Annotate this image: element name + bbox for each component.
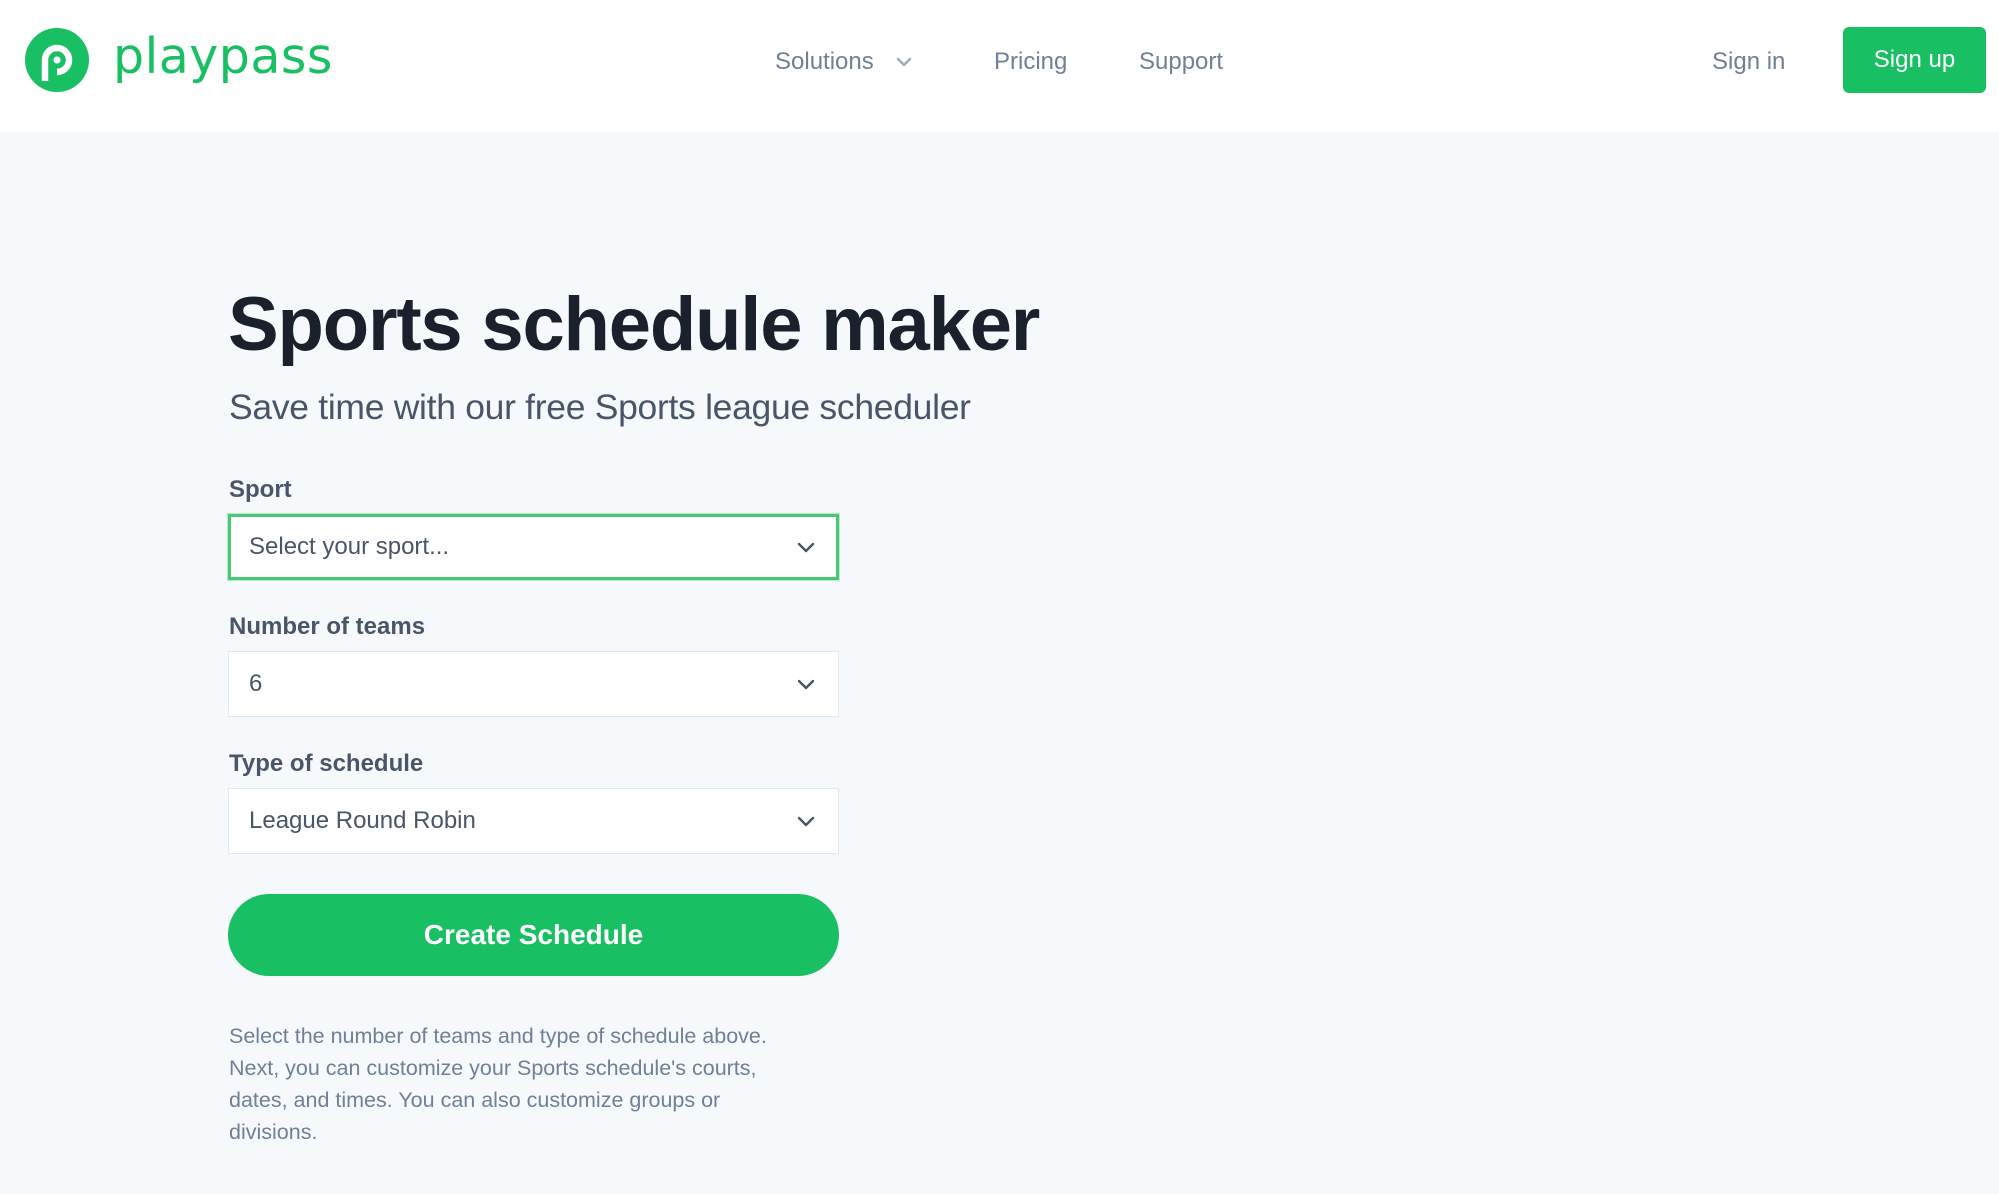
schedule-type-label: Type of schedule xyxy=(229,750,424,777)
sport-select-placeholder: Select your sport... xyxy=(249,533,450,560)
playpass-logo-icon xyxy=(25,28,89,92)
site-header: playpass Solutions Pricing Support Sign … xyxy=(0,0,1999,132)
help-text-line: Next, you can customize your Sports sche… xyxy=(229,1056,757,1080)
sport-select[interactable]: Select your sport... xyxy=(228,514,839,580)
schedule-type-value: League Round Robin xyxy=(249,807,476,834)
schedule-type-select[interactable]: League Round Robin xyxy=(228,788,839,854)
number-of-teams-select[interactable]: 6 xyxy=(228,651,839,717)
help-text-line: divisions. xyxy=(229,1120,318,1144)
chevron-down-icon xyxy=(896,57,912,67)
page-title: Sports schedule maker xyxy=(228,282,1040,367)
sport-label: Sport xyxy=(229,476,292,503)
logo-link[interactable]: playpass xyxy=(24,27,332,93)
help-text-line: dates, and times. You can also customize… xyxy=(229,1088,721,1112)
nav-solutions[interactable]: Solutions xyxy=(775,44,912,80)
page-subtitle: Save time with our free Sports league sc… xyxy=(229,387,971,427)
number-of-teams-value: 6 xyxy=(249,670,263,697)
chevron-down-icon xyxy=(797,816,815,827)
sign-in-link[interactable]: Sign in xyxy=(1712,44,1785,80)
help-text: Select the number of teams and type of s… xyxy=(229,1020,839,1148)
nav-support[interactable]: Support xyxy=(1139,44,1223,80)
nav-pricing[interactable]: Pricing xyxy=(994,44,1067,80)
brand-wordmark: playpass xyxy=(113,28,333,85)
create-schedule-button[interactable]: Create Schedule xyxy=(228,894,839,976)
chevron-down-icon xyxy=(797,679,815,690)
help-text-line: Select the number of teams and type of s… xyxy=(229,1024,767,1048)
sign-up-button[interactable]: Sign up xyxy=(1843,27,1986,93)
nav-solutions-label: Solutions xyxy=(775,48,874,75)
number-of-teams-label: Number of teams xyxy=(229,613,426,640)
chevron-down-icon xyxy=(797,542,815,553)
